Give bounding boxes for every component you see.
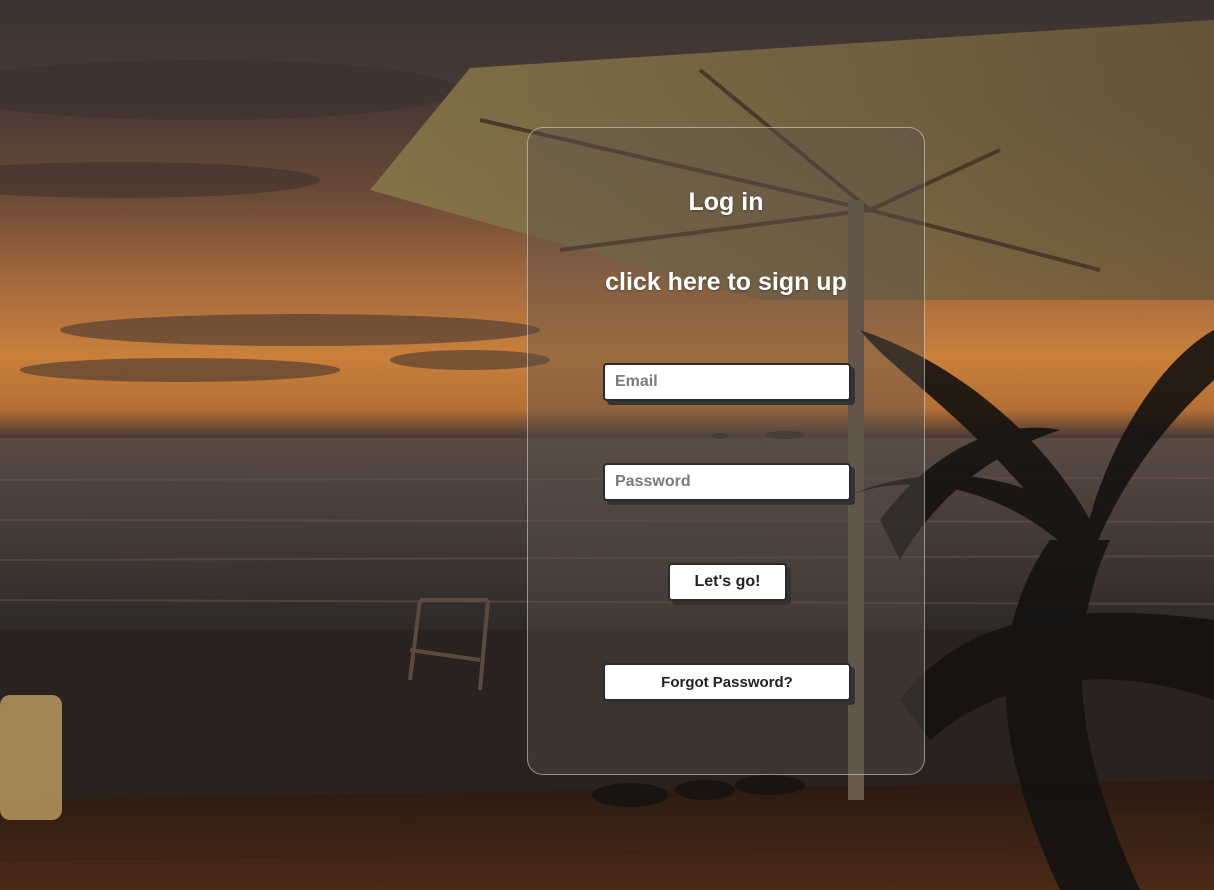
login-card: Log in click here to sign up Let's go! F… [527,127,925,775]
password-input[interactable] [603,463,851,501]
submit-button[interactable]: Let's go! [668,563,787,601]
signup-link[interactable]: click here to sign up [528,268,924,297]
forgot-password-button[interactable]: Forgot Password? [603,663,851,701]
email-input[interactable] [603,363,851,401]
login-title: Log in [688,188,764,216]
